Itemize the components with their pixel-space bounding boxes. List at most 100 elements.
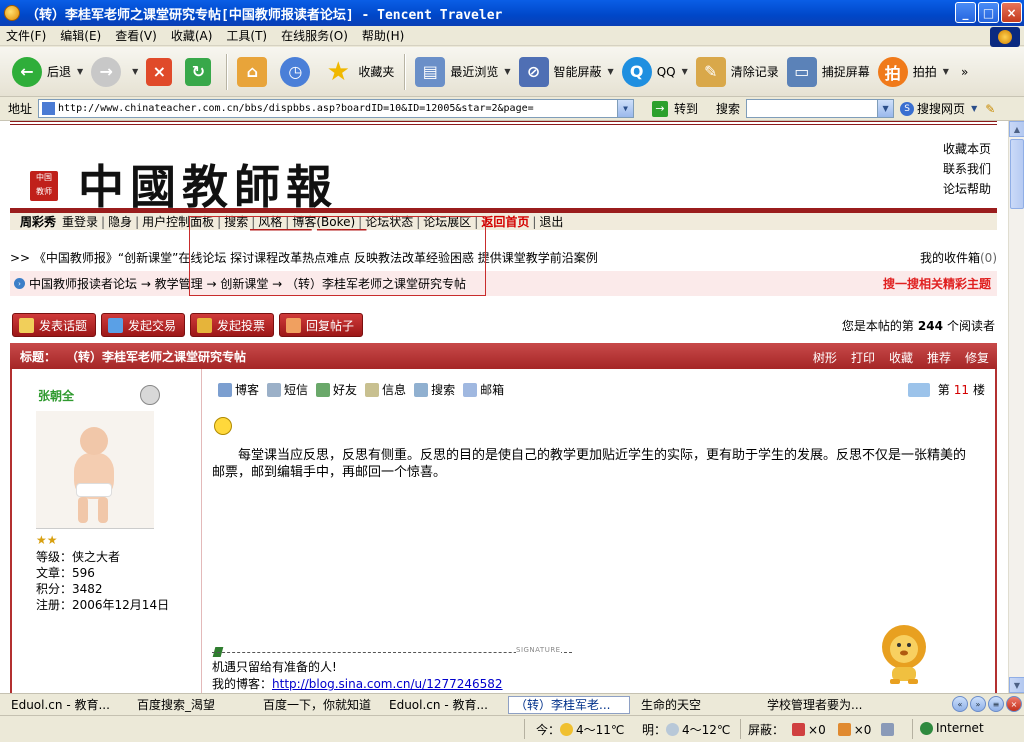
tab-current-post[interactable]: （转）李桂军老... [508, 695, 630, 714]
tree-view-link[interactable]: 树形 [813, 349, 837, 366]
paipai-button[interactable]: 拍 拍拍 ▼ [874, 52, 953, 92]
tomorrow-temp: 4～12℃ [682, 723, 731, 737]
contact-us-link[interactable]: 联系我们 [943, 159, 991, 179]
search-related-link[interactable]: 搜一搜相关精彩主题 [883, 275, 991, 292]
block-stats[interactable]: 屏蔽： ×0 ×0 [748, 721, 897, 738]
url-dropdown-icon[interactable]: ▼ [617, 100, 634, 117]
print-link[interactable]: 打印 [851, 349, 875, 366]
info-tool[interactable]: 信息 [365, 381, 406, 398]
tab-eduol-2[interactable]: Eduol.cn - 教育... [382, 696, 504, 714]
close-button[interactable]: × [1001, 2, 1022, 23]
history-button[interactable]: ◷ [276, 52, 319, 92]
go-button[interactable]: → 转到 [652, 100, 698, 117]
breadcrumb: › 中国教师报读者论坛 → 教学管理 → 创新课堂 → （转）李桂军老师之课堂研… [10, 271, 997, 296]
maximize-button[interactable]: □ [978, 2, 999, 23]
chevron-down-icon[interactable]: ▼ [77, 67, 83, 76]
qq-label: QQ [656, 64, 676, 79]
signature-blog-link[interactable]: http://blog.sina.com.cn/u/1277246582 [272, 677, 503, 691]
tab-list-icon[interactable]: ≡ [988, 696, 1004, 712]
blog-tool[interactable]: 博客 [218, 381, 259, 398]
menu-favorites[interactable]: 收藏(A) [171, 27, 213, 44]
new-poll-button[interactable]: 发起投票 [190, 313, 274, 337]
weather-today[interactable]: 今： 4～11℃ [536, 721, 624, 738]
new-trade-button[interactable]: 发起交易 [101, 313, 185, 337]
scroll-thumb[interactable] [1010, 139, 1024, 209]
forward-button[interactable]: → ▼ [87, 52, 142, 92]
bookmark-link[interactable]: 收藏 [889, 349, 913, 366]
avatar-leg [78, 497, 88, 523]
nav-relogin[interactable]: 重登录 [59, 213, 101, 230]
capture-screen-button[interactable]: ▭ 捕捉屏幕 [783, 52, 874, 92]
paipai-icon: 拍 [877, 56, 908, 87]
nav-home[interactable]: 返回首页 [478, 213, 532, 230]
friend-tool[interactable]: 好友 [316, 381, 357, 398]
tab-school-manager[interactable]: 学校管理者要为... [760, 696, 882, 714]
app-icon [4, 5, 20, 21]
search-dropdown-icon[interactable]: ▼ [877, 100, 894, 117]
tab-close-icon[interactable]: × [1006, 696, 1022, 712]
recommend-link[interactable]: 推荐 [927, 349, 951, 366]
menu-online[interactable]: 在线服务(O) [281, 27, 348, 44]
menu-file[interactable]: 文件(F) [6, 27, 46, 44]
forward-arrow-icon: → [91, 56, 122, 87]
tab-eduol-1[interactable]: Eduol.cn - 教育... [4, 696, 126, 714]
back-button[interactable]: ← 后退 ▼ [8, 52, 87, 92]
refresh-button[interactable]: ↻ [181, 52, 220, 92]
inbox-link[interactable]: 我的收件箱(0) [920, 249, 997, 266]
url-text: http://www.chinateacher.com.cn/bbs/dispb… [58, 103, 534, 114]
home-button[interactable]: ⌂ [233, 52, 276, 92]
menu-tools[interactable]: 工具(T) [226, 27, 267, 44]
search-web-button[interactable]: S 搜搜网页 ▼ ✎ [900, 100, 995, 117]
chevron-down-icon[interactable]: ▼ [504, 67, 510, 76]
settings-icon[interactable] [881, 723, 895, 736]
recent-button[interactable]: ▤ 最近浏览 ▼ [411, 52, 514, 92]
clear-history-button[interactable]: ✎ 清除记录 [692, 52, 783, 92]
weather-tomorrow[interactable]: 明： 4～12℃ [642, 721, 730, 738]
stop-button[interactable]: × [142, 52, 181, 92]
toolbar-overflow-button[interactable]: » [957, 52, 972, 92]
tab-scroll-left-icon[interactable]: « [952, 696, 968, 712]
url-input[interactable]: http://www.chinateacher.com.cn/bbs/dispb… [38, 99, 635, 118]
search-input[interactable]: ▼ [746, 99, 895, 118]
menu-help[interactable]: 帮助(H) [362, 27, 404, 44]
menu-view[interactable]: 查看(V) [115, 27, 157, 44]
qq-button[interactable]: Q QQ ▼ [618, 52, 692, 92]
tab-baidu-search[interactable]: 百度搜索_渴望 [130, 696, 252, 714]
tab-scroll-right-icon[interactable]: » [970, 696, 986, 712]
adblock-button[interactable]: ⊘ 智能屏蔽 ▼ [515, 52, 618, 92]
tab-life-sky[interactable]: 生命的天空 [634, 696, 756, 714]
nav-logout[interactable]: 退出 [536, 213, 566, 230]
vertical-scrollbar[interactable]: ▲ ▼ [1008, 121, 1024, 693]
chevron-down-icon[interactable]: ▼ [608, 67, 614, 76]
email-tool[interactable]: 邮箱 [463, 381, 504, 398]
favorites-button[interactable]: ★ 收藏夹 [319, 52, 398, 92]
tab-baidu-home[interactable]: 百度一下，你就知道 [256, 696, 378, 714]
reply-button[interactable]: 回复帖子 [279, 313, 363, 337]
search-tool[interactable]: 搜索 [414, 381, 455, 398]
forum-help-link[interactable]: 论坛帮助 [943, 179, 991, 199]
chevron-down-icon[interactable]: ▼ [132, 67, 138, 76]
menu-edit[interactable]: 编辑(E) [60, 27, 101, 44]
chevron-down-icon[interactable]: ▼ [682, 67, 688, 76]
repair-link[interactable]: 修复 [965, 349, 989, 366]
author-posts: 文章：596 [36, 566, 95, 580]
trade-icon [108, 317, 123, 333]
main-toolbar: ← 后退 ▼ → ▼ × ↻ ⌂ ◷ ★ 收藏夹 ▤ 最近浏览 ▼ ⊘ 智能屏蔽… [0, 47, 1024, 97]
sms-tool[interactable]: 短信 [267, 381, 308, 398]
chevron-down-icon[interactable]: ▼ [971, 104, 977, 113]
minimize-button[interactable]: _ [955, 2, 976, 23]
bookmark-page-link[interactable]: 收藏本页 [943, 139, 991, 159]
page-viewport: 中国 教师报 中國教師報 收藏本页 联系我们 论坛帮助 周彩秀 重登录 | 隐身 | … [0, 121, 1008, 693]
pencil-icon[interactable]: ✎ [985, 102, 995, 116]
scroll-up-icon[interactable]: ▲ [1009, 121, 1024, 137]
reader-number: 244 [917, 319, 943, 333]
nav-invisible[interactable]: 隐身 [105, 213, 135, 230]
new-topic-button[interactable]: 发表话题 [12, 313, 96, 337]
scroll-down-icon[interactable]: ▼ [1009, 677, 1024, 693]
author-tools: 博客 短信 好友 信息 搜索 邮箱 [218, 381, 504, 398]
chevron-down-icon[interactable]: ▼ [943, 67, 949, 76]
author-name[interactable]: 张朝全 [38, 387, 74, 404]
poll-chart-icon [197, 317, 212, 333]
nav-username[interactable]: 周彩秀 [10, 213, 59, 230]
adblock-label: 智能屏蔽 [553, 65, 602, 79]
